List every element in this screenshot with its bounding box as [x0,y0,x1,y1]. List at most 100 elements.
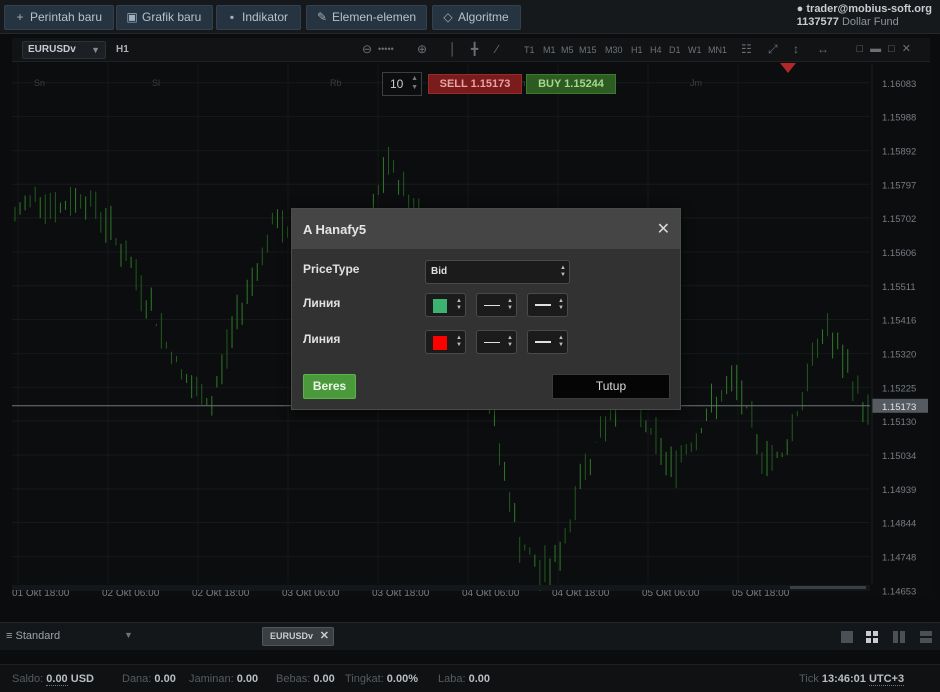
line-width-icon [535,304,551,306]
tf-w1[interactable]: W1 [688,45,702,55]
dialog-title: A Hanafy5 [303,222,367,237]
new-order-label: Perintah baru [30,10,103,24]
elements-button[interactable]: ✎ Elemen-elemen [306,5,427,30]
timeframe-label: H1 [116,44,129,55]
jaminan-stat: Jaminan: 0.00 [189,673,258,685]
spinner-icon: ▲ ▼ [507,298,513,311]
tf-h4[interactable]: H4 [650,45,662,55]
buy-button[interactable]: BUY 1.15244 [526,74,616,94]
vertical-scale-icon[interactable]: ↕ [793,42,799,56]
tf-h1[interactable]: H1 [631,45,643,55]
top-toolbar: + Perintah baru ▣ Grafik baru ▪ Indikator ✎… [0,0,940,34]
timezone-value[interactable]: UTC+3 [868,673,905,686]
new-chart-button[interactable]: ▣ Grafik baru [116,5,213,30]
indicators-button[interactable]: ▪ Indikator [216,5,301,30]
laba-label: Laba: [438,673,466,685]
line1-color-picker[interactable]: ▲ ▼ [425,293,466,317]
line1-label: Линия [303,296,341,310]
chart-tab-eurusd[interactable]: EURUSDv ✕ [262,627,334,646]
bebas-stat: Bebas: 0.00 [276,673,335,685]
spinner-icon: ▲ ▼ [558,335,564,348]
account-info[interactable]: ● trader@mobius-soft.org 1137577 Dollar … [797,3,932,29]
symbol-select[interactable]: EURUSDv ▼ [22,41,106,59]
close-button[interactable]: Tutup [552,374,670,399]
rows-layout-icon[interactable] [918,629,934,645]
price-axis-label: 1.15511 [882,282,916,293]
account-email: trader@mobius-soft.org [806,3,932,15]
chevron-down-icon: ▼ [124,630,133,640]
saldo-stat: Saldo: 0.00 USD [12,673,94,686]
dialog-header: A Hanafy5 ✕ [292,209,680,249]
tingkat-value: 0.00% [386,673,418,685]
sell-button[interactable]: SELL 1.15173 [428,74,522,94]
algorithm-button[interactable]: ◇ Algoritme [432,5,521,30]
day-marker: Sl [152,78,160,88]
tf-m15[interactable]: M15 [579,45,597,55]
price-axis-label: 1.14844 [882,519,916,530]
new-order-button[interactable]: + Perintah baru [4,5,114,30]
expand-icon[interactable]: ⤢ [768,42,778,57]
line1-color-swatch [433,299,447,313]
trendline-icon[interactable]: ∕ [496,42,498,56]
line2-style-select[interactable]: ▲ ▼ [476,330,517,354]
price-axis-label: 1.15416 [882,316,916,327]
quantity-stepper[interactable]: 10 ▲ ▼ [382,72,422,96]
line-chart-type-icon[interactable]: │ [449,42,457,56]
zoom-out-icon[interactable]: ⊖ [362,42,372,56]
price-axis-label: 1.15606 [882,248,916,259]
saldo-value[interactable]: 0.00 [46,673,68,686]
account-number: 1137577 [796,16,839,28]
indicator-settings-dialog: A Hanafy5 ✕ PriceType Bid ▲ ▼ Линия ▲ ▼ ▲ ▼… [291,208,681,410]
bebas-label: Bebas: [276,673,311,685]
new-chart-label: Grafik baru [142,10,202,24]
line2-label: Линия [303,332,341,346]
tf-m30[interactable]: M30 [605,45,623,55]
price-type-value: Bid [431,266,448,277]
line1-width-select[interactable]: ▲ ▼ [527,293,568,317]
tf-mn1[interactable]: MN1 [708,45,727,55]
laba-value: 0.00 [468,673,491,685]
diamond-icon: ◇ [443,10,453,24]
tick-stat: Tick 13:46:01 UTC+3 [799,673,905,686]
line-width-icon [535,341,551,343]
jaminan-label: Jaminan: [189,673,234,685]
window-controls[interactable]: □▬□✕ [856,42,918,55]
horizontal-scale-icon[interactable]: ↔ [817,42,829,56]
price-axis-label: 1.14748 [882,553,916,564]
tingkat-stat: Tingkat: 0.00% [345,673,418,685]
line2-width-select[interactable]: ▲ ▼ [527,330,568,354]
price-axis-label: 1.14939 [882,485,916,496]
line-style-icon [484,342,500,343]
line2-color-swatch [433,336,447,350]
spinner-icon: ▲ ▼ [456,298,462,311]
elements-label: Elemen-elemen [332,10,417,24]
line1-style-select[interactable]: ▲ ▼ [476,293,517,317]
buy-label: BUY [538,78,562,90]
zoom-slider[interactable]: ••••• [378,44,394,54]
dana-label: Dana: [122,673,152,685]
line2-color-picker[interactable]: ▲ ▼ [425,330,466,354]
crosshair-icon[interactable]: ☷ [741,42,752,56]
close-icon[interactable]: ✕ [657,219,670,239]
price-axis-label: 1.15130 [882,417,916,428]
price-axis-label: 1.15320 [882,350,916,361]
tf-m5[interactable]: M5 [561,45,574,55]
quantity-value: 10 [390,77,404,91]
user-icon: ● [796,3,804,15]
layout-select[interactable]: ≡ Standard ▼ [6,630,133,642]
columns-layout-icon[interactable] [891,629,907,645]
tf-t1[interactable]: T1 [524,45,535,55]
tf-m1[interactable]: M1 [543,45,556,55]
single-layout-icon[interactable] [839,629,855,645]
close-icon[interactable]: ✕ [320,628,329,645]
tingkat-label: Tingkat: [345,673,384,685]
tf-d1[interactable]: D1 [669,45,681,55]
grid-layout-icon[interactable] [864,629,880,645]
horizontal-scrollbar [12,585,870,590]
spinner-icon[interactable]: ▲ ▼ [411,74,418,92]
price-type-select[interactable]: Bid ▲ ▼ [425,260,570,284]
bar-chart-type-icon[interactable]: ╋ [471,42,478,56]
ok-button[interactable]: Beres [303,374,356,399]
zoom-in-icon[interactable]: ⊕ [417,42,427,56]
chart-header: EURUSDv ▼ H1 ⊖ ••••• ⊕ │ ╋ ∕ T1 M1 M5 M1… [12,38,930,62]
